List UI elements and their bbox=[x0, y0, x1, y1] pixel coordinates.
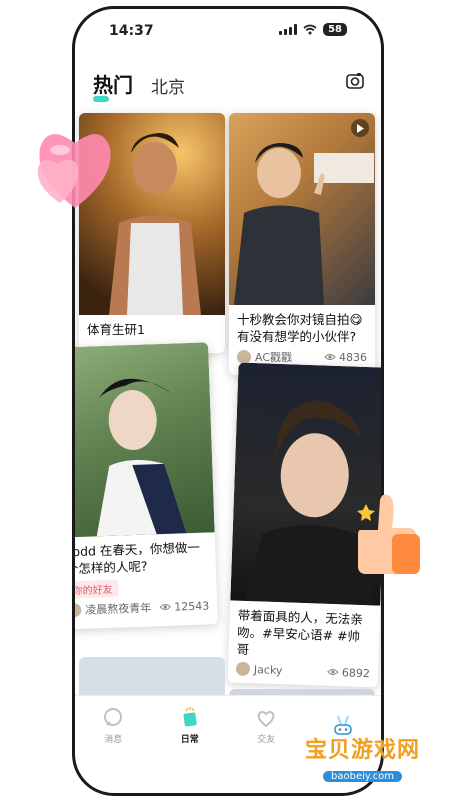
author[interactable]: Jacky bbox=[235, 661, 283, 678]
status-icons: 58 bbox=[279, 23, 347, 36]
thumbs-up-icon bbox=[357, 494, 420, 575]
nav-label: 交友 bbox=[257, 735, 276, 745]
heart-icon bbox=[37, 134, 111, 208]
author-name: Jacky bbox=[253, 662, 283, 677]
post-caption: cpdd 在春天，你想做一个怎样的人呢? bbox=[72, 539, 201, 577]
views-value: 6892 bbox=[341, 665, 371, 680]
views-value: 12543 bbox=[174, 598, 210, 614]
status-time: 14:37 bbox=[109, 23, 154, 39]
tab-hot[interactable]: 热门 bbox=[93, 69, 133, 102]
view-count: 4836 bbox=[324, 351, 367, 364]
post-meta: 凌晨熬夜青年 12543 bbox=[75, 593, 218, 622]
signal-icon bbox=[279, 24, 298, 35]
battery-indicator: 58 bbox=[323, 23, 347, 36]
feed-card-3[interactable]: cpdd 在春天，你想做一个怎样的人呢? 你的好友 凌晨熬夜青年 12543 bbox=[72, 342, 218, 630]
watermark-title: 宝贝游戏网 bbox=[304, 738, 420, 763]
camera-icon[interactable] bbox=[345, 71, 365, 91]
nav-label: 日常 bbox=[180, 735, 199, 745]
feed-card-next-left bbox=[79, 657, 225, 697]
view-count: 6892 bbox=[327, 665, 371, 680]
tab-hot-label: 热门 bbox=[93, 73, 133, 97]
daily-icon bbox=[183, 707, 197, 727]
wifi-icon bbox=[303, 24, 317, 35]
status-bar: 14:37 58 bbox=[75, 9, 381, 53]
avatar bbox=[75, 602, 82, 618]
eye-icon bbox=[159, 603, 171, 610]
avatar bbox=[235, 661, 251, 677]
view-count: 12543 bbox=[159, 599, 209, 614]
nav-label: 消息 bbox=[104, 735, 123, 745]
post-caption: 带着面具的人，无法亲吻。#早安心语# #帅哥 bbox=[236, 607, 364, 658]
post-photo bbox=[229, 113, 375, 305]
views-value: 4836 bbox=[339, 350, 367, 364]
post-caption: 体育生研1 bbox=[87, 322, 145, 337]
play-icon bbox=[357, 123, 364, 133]
post-photo bbox=[75, 342, 215, 538]
author[interactable]: 凌晨熬夜青年 bbox=[75, 599, 152, 618]
watermark-url: baobeiy.com bbox=[323, 771, 402, 782]
feed-card-2[interactable]: 十秒教会你对镜自拍😋有没有想学的小伙伴? AC戳戳 4836 bbox=[229, 113, 375, 375]
watermark: 宝贝游戏网 baobeiy.com bbox=[305, 732, 420, 783]
nav-messages[interactable]: 消息 bbox=[102, 707, 124, 745]
post-caption: 十秒教会你对镜自拍😋有没有想学的小伙伴? bbox=[237, 312, 363, 344]
author-name: 凌晨熬夜青年 bbox=[85, 601, 152, 617]
message-icon bbox=[104, 708, 123, 726]
top-tabs: 热门 北京 bbox=[93, 69, 185, 102]
friend-tag: 你的好友 bbox=[75, 579, 119, 599]
friends-icon bbox=[257, 711, 275, 728]
nav-friends[interactable]: 交友 bbox=[255, 707, 277, 745]
eye-icon bbox=[327, 668, 339, 675]
post-meta: Jacky 6892 bbox=[228, 657, 379, 684]
nav-daily[interactable]: 日常 bbox=[179, 707, 201, 745]
eye-icon bbox=[324, 354, 336, 360]
tab-city[interactable]: 北京 bbox=[151, 73, 185, 98]
play-button[interactable] bbox=[351, 119, 369, 137]
